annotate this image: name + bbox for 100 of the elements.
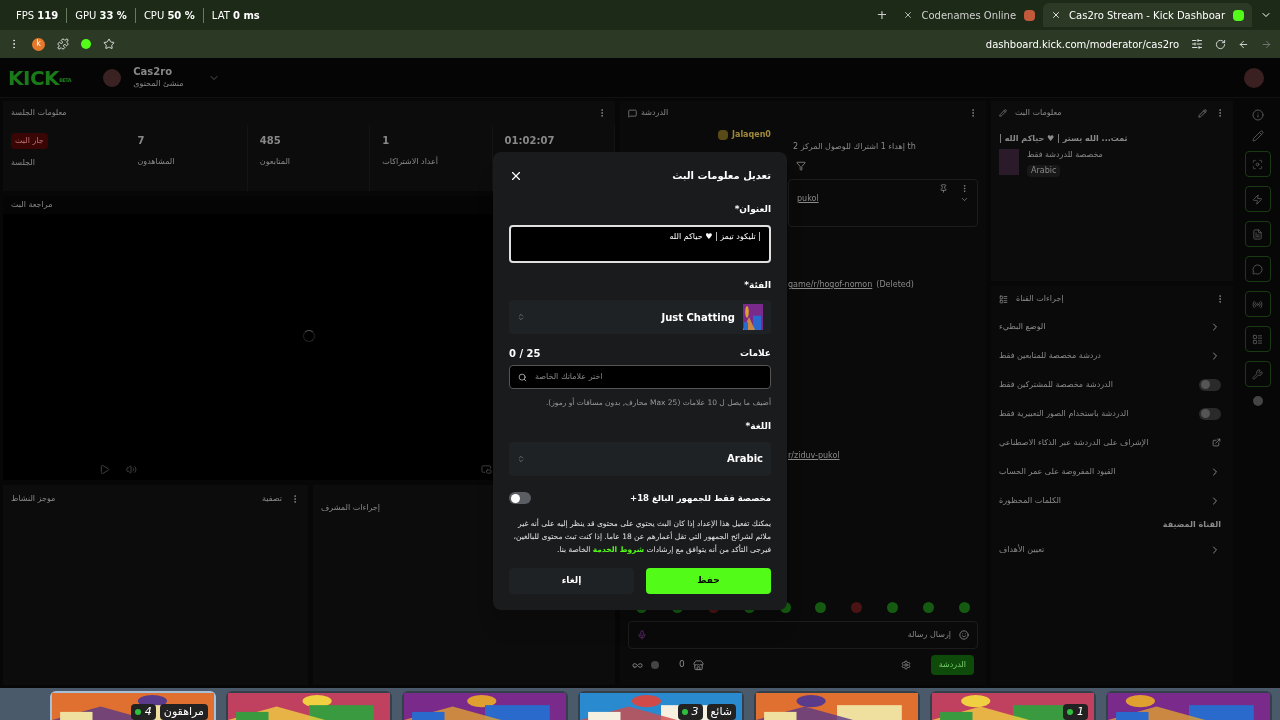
favicon-icon	[1024, 9, 1036, 21]
pip-icon[interactable]	[481, 463, 492, 475]
address-bar[interactable]: dashboard.kick.com/moderator/cas2ro	[985, 36, 1179, 52]
tags-search-field[interactable]: اختر علاماتك الخاصة	[509, 365, 771, 389]
emote-icon[interactable]	[958, 602, 970, 613]
new-tab-button[interactable]: +	[868, 5, 896, 25]
channel-action-item[interactable]: الإشراف على الدردشة عبر الذكاء الاصطناعي	[999, 428, 1225, 457]
panel-title: معلومات البث	[1015, 107, 1062, 119]
wrench-icon[interactable]	[1252, 368, 1263, 380]
forward-icon[interactable]	[1238, 38, 1249, 50]
dialog-title: تعديل معلومات البث	[672, 169, 771, 183]
section-heading: القناة المضيفة	[1162, 519, 1221, 531]
emote-icon[interactable]	[923, 602, 934, 613]
chat-icon	[628, 108, 637, 118]
channel-name: Cas2ro	[133, 66, 174, 79]
perf-stat: GPU 33 %	[67, 7, 136, 23]
deleted-note: (Deleted)	[876, 279, 914, 291]
channel-role: منشئ المحتوى	[133, 78, 184, 89]
channel-action-item[interactable]: دردشة مخصصة للمتابعين فقط	[999, 341, 1225, 370]
bookmark-icon[interactable]	[103, 38, 115, 50]
perf-stat: CPU 50 %	[135, 7, 204, 23]
toggle-switch[interactable]	[509, 492, 531, 505]
select-icon	[517, 454, 525, 463]
reload-icon[interactable]	[1215, 38, 1226, 50]
extensions-icon[interactable]	[57, 38, 69, 50]
live-badge: جار البث	[11, 133, 48, 149]
store-icon[interactable]	[692, 659, 704, 671]
panel-title: معلومات الجلسة	[11, 107, 67, 119]
layout-icon[interactable]	[1252, 333, 1263, 345]
toggle-switch[interactable]	[1199, 407, 1221, 420]
chat-send-button[interactable]: الدردشة	[930, 655, 974, 675]
stream-title: | ثمت... الله يستر | ♥ حياكم الله	[999, 133, 1129, 145]
category-text: مخصصة للدردشة فقط	[1027, 149, 1103, 161]
panel-title: مراجعة البث	[11, 199, 53, 211]
actions-icon	[999, 294, 1008, 304]
favicon-icon	[1233, 9, 1244, 21]
tags-counter: 0 / 25	[509, 347, 541, 361]
chat-input[interactable]: إرسال رسالة	[628, 621, 978, 649]
focus-icon[interactable]	[1252, 158, 1263, 170]
title-field[interactable]: | تليكود تيمز | ♥ حياكم الله	[509, 224, 771, 263]
panel-title: موجز النشاط	[11, 493, 56, 505]
language-tag: Arabic	[1027, 165, 1061, 177]
browser-tab[interactable]: Cas2ro Stream - Kick Dashboar	[1043, 3, 1252, 27]
site-settings-icon[interactable]	[1191, 38, 1203, 50]
more-icon[interactable]	[960, 184, 969, 193]
emote-icon[interactable]	[815, 602, 827, 613]
edit-icon	[999, 109, 1007, 117]
emoji-icon[interactable]	[959, 630, 969, 640]
browser-tab[interactable]: Codenames Online	[895, 3, 1044, 27]
settings-icon[interactable]	[900, 660, 911, 670]
stat-label: المشاهدون	[137, 156, 175, 168]
document-icon[interactable]	[1252, 228, 1263, 240]
filter-link[interactable]: تصفية	[262, 493, 282, 505]
edit-icon[interactable]	[1251, 130, 1264, 142]
chat-link[interactable]: r/ziduv-pukol	[788, 451, 840, 460]
cancel-button[interactable]: إلغاء	[509, 567, 634, 594]
stat-value: 01:02:07	[504, 134, 555, 148]
panel-title: الدردشة	[641, 107, 669, 119]
pin-icon[interactable]	[939, 184, 948, 193]
perf-stat: LAT 0 ms	[210, 8, 261, 23]
back-icon[interactable]	[1261, 38, 1272, 50]
bolt-icon[interactable]	[1252, 193, 1263, 205]
game-thumbnail[interactable]: 1	[930, 691, 1096, 720]
gift-icon	[718, 130, 728, 140]
chat-bubble-icon[interactable]	[1252, 263, 1263, 275]
external-link-icon	[1212, 438, 1221, 447]
chat-link[interactable]: pukol	[797, 193, 819, 205]
toggle-switch[interactable]	[1199, 378, 1221, 391]
edit-icon[interactable]	[1198, 108, 1207, 118]
filter-icon[interactable]	[796, 161, 806, 171]
stat-label: المتابعون	[259, 156, 291, 168]
broadcast-icon[interactable]	[1252, 298, 1263, 310]
close-icon[interactable]	[903, 10, 914, 20]
category-thumbnail	[999, 149, 1019, 175]
panel-title: إجراءات المشرف	[321, 503, 380, 512]
extension-icon[interactable]	[81, 39, 91, 49]
save-button[interactable]: حفظ	[646, 567, 771, 594]
play-icon[interactable]	[99, 463, 110, 475]
tab-title: Codenames Online	[921, 8, 1017, 23]
chat-link[interactable]: game/r/hogof-nomon	[788, 279, 873, 291]
channel-action-item[interactable]: القيود المفروضة على عمر الحساب	[999, 457, 1225, 486]
mature-label: مخصصة فقط للجمهور البالغ 18+	[630, 491, 771, 505]
field-label: علامات	[740, 346, 771, 360]
perf-stat: FPS 119	[8, 7, 68, 23]
channel-action-item[interactable]: الكلمات المحظورة	[999, 486, 1225, 515]
emote-icon[interactable]	[887, 602, 899, 613]
kick-logo[interactable]: KICK$^{BETA}$	[8, 62, 72, 93]
channel-action-item[interactable]: الدردشة باستخدام الصور التعبيرية فقط	[999, 399, 1225, 428]
close-icon[interactable]	[1051, 10, 1062, 20]
share-icon[interactable]	[1252, 396, 1263, 406]
panel-title: إجراءات القناة	[1016, 293, 1064, 305]
language-select[interactable]: Arabic	[509, 441, 771, 476]
username: Jalaqen0	[732, 129, 771, 141]
channel-action-item[interactable]: الوضع البطيء	[999, 312, 1225, 341]
category-select[interactable]: Just Chatting	[509, 300, 771, 334]
channel-action-item[interactable]: الدردشة مخصصة للمشتركين فقط	[999, 370, 1225, 399]
stat-label: أعداد الاشتراكات	[382, 156, 439, 168]
channel-action-item[interactable]: تعيين الأهداف	[999, 535, 1225, 564]
info-icon[interactable]	[1251, 109, 1264, 121]
stat-value: 485	[259, 134, 281, 148]
